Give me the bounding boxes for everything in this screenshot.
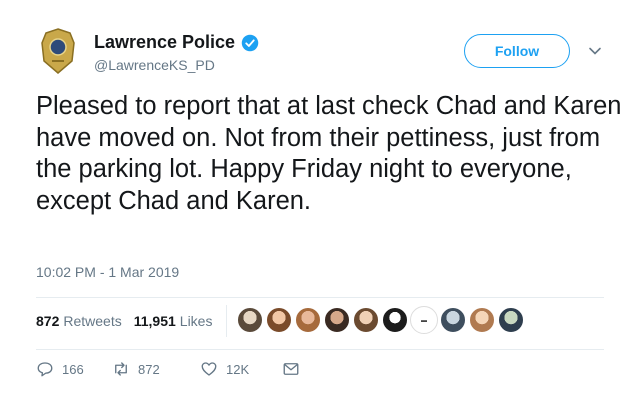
likes-label[interactable]: Likes	[180, 313, 213, 329]
liker-avatar[interactable]	[323, 306, 351, 334]
reply-count: 166	[62, 361, 84, 377]
liker-avatar[interactable]	[381, 306, 409, 334]
like-button[interactable]: 12K	[200, 360, 249, 378]
divider	[36, 349, 604, 350]
tweet-stats: 872 Retweets 11,951 Likes	[36, 313, 212, 329]
likes-count[interactable]: 11,951	[134, 313, 176, 329]
like-count: 12K	[226, 361, 250, 377]
chevron-down-icon[interactable]	[588, 44, 602, 58]
liker-avatar[interactable]	[497, 306, 525, 334]
tweet-actions: 166 872 12K	[36, 360, 336, 382]
author-name[interactable]: Lawrence Police	[94, 32, 235, 53]
author-handle[interactable]: @LawrenceKS_PD	[94, 57, 215, 73]
reply-button[interactable]: 166	[36, 360, 84, 378]
liker-avatar[interactable]	[265, 306, 293, 334]
retweet-count: 872	[138, 361, 160, 377]
police-badge-icon[interactable]	[40, 27, 76, 75]
envelope-icon	[283, 363, 299, 375]
stats-separator	[226, 305, 227, 337]
liker-avatar[interactable]	[294, 306, 322, 334]
follow-button[interactable]: Follow	[464, 34, 570, 68]
retweets-count[interactable]: 872	[36, 313, 59, 329]
liker-avatar[interactable]: ▬	[410, 306, 438, 334]
liker-avatar[interactable]	[468, 306, 496, 334]
tweet-timestamp[interactable]: 10:02 PM - 1 Mar 2019	[36, 264, 179, 280]
author-name-row: Lawrence Police	[94, 32, 259, 53]
tweet-header: Lawrence Police @LawrenceKS_PD Follow	[0, 0, 640, 90]
retweet-icon	[115, 362, 127, 376]
liker-avatars: ▬	[236, 306, 526, 334]
liker-avatar[interactable]	[352, 306, 380, 334]
tweet-text: Pleased to report that at last check Cha…	[36, 92, 622, 215]
divider	[36, 297, 604, 298]
retweets-label[interactable]: Retweets	[63, 313, 121, 329]
direct-message-button[interactable]	[282, 360, 300, 378]
retweet-button[interactable]: 872	[112, 360, 160, 378]
liker-avatar[interactable]	[439, 306, 467, 334]
heart-icon	[201, 362, 217, 376]
verified-badge-icon	[241, 34, 259, 51]
reply-icon	[37, 362, 53, 377]
liker-avatar[interactable]	[236, 306, 264, 334]
